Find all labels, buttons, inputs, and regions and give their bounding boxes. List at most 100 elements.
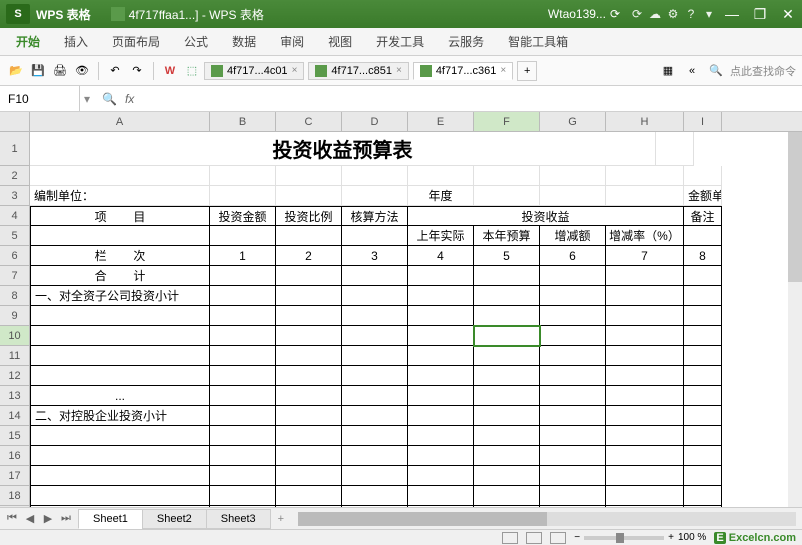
cell-header-return[interactable]: 投资收益: [408, 206, 684, 226]
cell[interactable]: [408, 266, 474, 286]
row-header-17[interactable]: 17: [0, 466, 30, 486]
fx-search-icon[interactable]: 🔍: [102, 92, 117, 106]
cell[interactable]: [276, 326, 342, 346]
cell[interactable]: [474, 166, 540, 186]
cell[interactable]: [276, 346, 342, 366]
cell[interactable]: [210, 166, 276, 186]
cell[interactable]: [684, 286, 722, 306]
cell[interactable]: 7: [606, 246, 684, 266]
cell-header-ratio[interactable]: 投资比例: [276, 206, 342, 226]
row-header-13[interactable]: 13: [0, 386, 30, 406]
cell[interactable]: [276, 306, 342, 326]
redo-icon[interactable]: ↷: [127, 61, 147, 81]
scrollbar-thumb[interactable]: [298, 512, 547, 526]
sheet-nav-first[interactable]: ⏮: [4, 511, 20, 527]
col-header-d[interactable]: D: [342, 112, 408, 131]
cell-year-label[interactable]: 年度: [408, 186, 474, 206]
cell-selected[interactable]: [474, 326, 540, 346]
cell[interactable]: [606, 366, 684, 386]
cell[interactable]: [342, 386, 408, 406]
row-header-14[interactable]: 14: [0, 406, 30, 426]
cell[interactable]: [540, 386, 606, 406]
cell-header-method[interactable]: 核算方法: [342, 206, 408, 226]
sheet-nav-prev[interactable]: ◀: [22, 511, 38, 527]
cell[interactable]: [342, 226, 408, 246]
row-header-12[interactable]: 12: [0, 366, 30, 386]
cell[interactable]: [606, 406, 684, 426]
row-header-5[interactable]: 5: [0, 226, 30, 246]
search-hint[interactable]: 点此查找命令: [730, 63, 796, 79]
cell[interactable]: [684, 486, 722, 506]
cell[interactable]: [606, 266, 684, 286]
cell[interactable]: [30, 466, 210, 486]
view-page-icon[interactable]: [526, 532, 542, 544]
cell[interactable]: [540, 486, 606, 506]
cell[interactable]: [474, 186, 540, 206]
vertical-scrollbar[interactable]: [788, 132, 802, 507]
row-header-3[interactable]: 3: [0, 186, 30, 206]
cell[interactable]: [540, 306, 606, 326]
doc-tab-2[interactable]: 4f717...c851 ×: [308, 62, 408, 80]
cell-subtotal-1[interactable]: 一、对全资子公司投资小计: [30, 286, 210, 306]
sync-icon[interactable]: ⟳: [628, 5, 646, 23]
cell[interactable]: [540, 286, 606, 306]
row-header-6[interactable]: 6: [0, 246, 30, 266]
settings-icon[interactable]: ⚙: [664, 5, 682, 23]
cell[interactable]: [684, 266, 722, 286]
cell[interactable]: [408, 426, 474, 446]
cell[interactable]: [540, 406, 606, 426]
col-header-a[interactable]: A: [30, 112, 210, 131]
row-header-15[interactable]: 15: [0, 426, 30, 446]
menu-view[interactable]: 视图: [316, 29, 364, 54]
help-icon[interactable]: ?: [682, 5, 700, 23]
cell[interactable]: 5: [474, 246, 540, 266]
cell[interactable]: [342, 406, 408, 426]
cell[interactable]: [540, 466, 606, 486]
cell[interactable]: [540, 166, 606, 186]
cell[interactable]: 1: [210, 246, 276, 266]
cell-reference[interactable]: F10: [0, 86, 80, 111]
doc-tab-close[interactable]: ×: [500, 65, 506, 76]
cell[interactable]: [30, 426, 210, 446]
cell[interactable]: [30, 306, 210, 326]
zoom-percent[interactable]: 100 %: [678, 532, 706, 543]
cell[interactable]: [684, 346, 722, 366]
cell[interactable]: [210, 306, 276, 326]
cell[interactable]: [408, 166, 474, 186]
cell[interactable]: [684, 426, 722, 446]
cell[interactable]: 4: [408, 246, 474, 266]
view-break-icon[interactable]: [550, 532, 566, 544]
cell[interactable]: [30, 366, 210, 386]
restore-button[interactable]: ❐: [746, 0, 774, 28]
cell[interactable]: 6: [540, 246, 606, 266]
cell[interactable]: [408, 486, 474, 506]
cell[interactable]: [684, 446, 722, 466]
row-header-16[interactable]: 16: [0, 446, 30, 466]
cell-header-item[interactable]: 项 目: [30, 206, 210, 226]
cell[interactable]: [540, 186, 606, 206]
cell[interactable]: [684, 226, 722, 246]
menu-dev-tools[interactable]: 开发工具: [364, 29, 436, 54]
select-all-corner[interactable]: [0, 112, 30, 131]
cell[interactable]: [342, 346, 408, 366]
menu-formula[interactable]: 公式: [172, 29, 220, 54]
cell[interactable]: [342, 486, 408, 506]
fx-icon[interactable]: fx: [125, 92, 134, 106]
menu-cloud[interactable]: 云服务: [436, 29, 496, 54]
cell[interactable]: [474, 406, 540, 426]
undo-icon[interactable]: ↶: [105, 61, 125, 81]
cell[interactable]: [408, 406, 474, 426]
cube-icon[interactable]: ⬚: [182, 61, 202, 81]
cell[interactable]: [540, 426, 606, 446]
cell[interactable]: [210, 406, 276, 426]
cell[interactable]: [210, 186, 276, 206]
cell-header-remark[interactable]: 备注: [684, 206, 722, 226]
view-normal-icon[interactable]: [502, 532, 518, 544]
cell[interactable]: [276, 366, 342, 386]
cell[interactable]: [342, 186, 408, 206]
cell[interactable]: [342, 286, 408, 306]
user-badge[interactable]: Wtao139... ⟳: [548, 7, 620, 21]
cell[interactable]: [606, 326, 684, 346]
cell-column-label[interactable]: 栏 次: [30, 246, 210, 266]
col-header-f[interactable]: F: [474, 112, 540, 131]
